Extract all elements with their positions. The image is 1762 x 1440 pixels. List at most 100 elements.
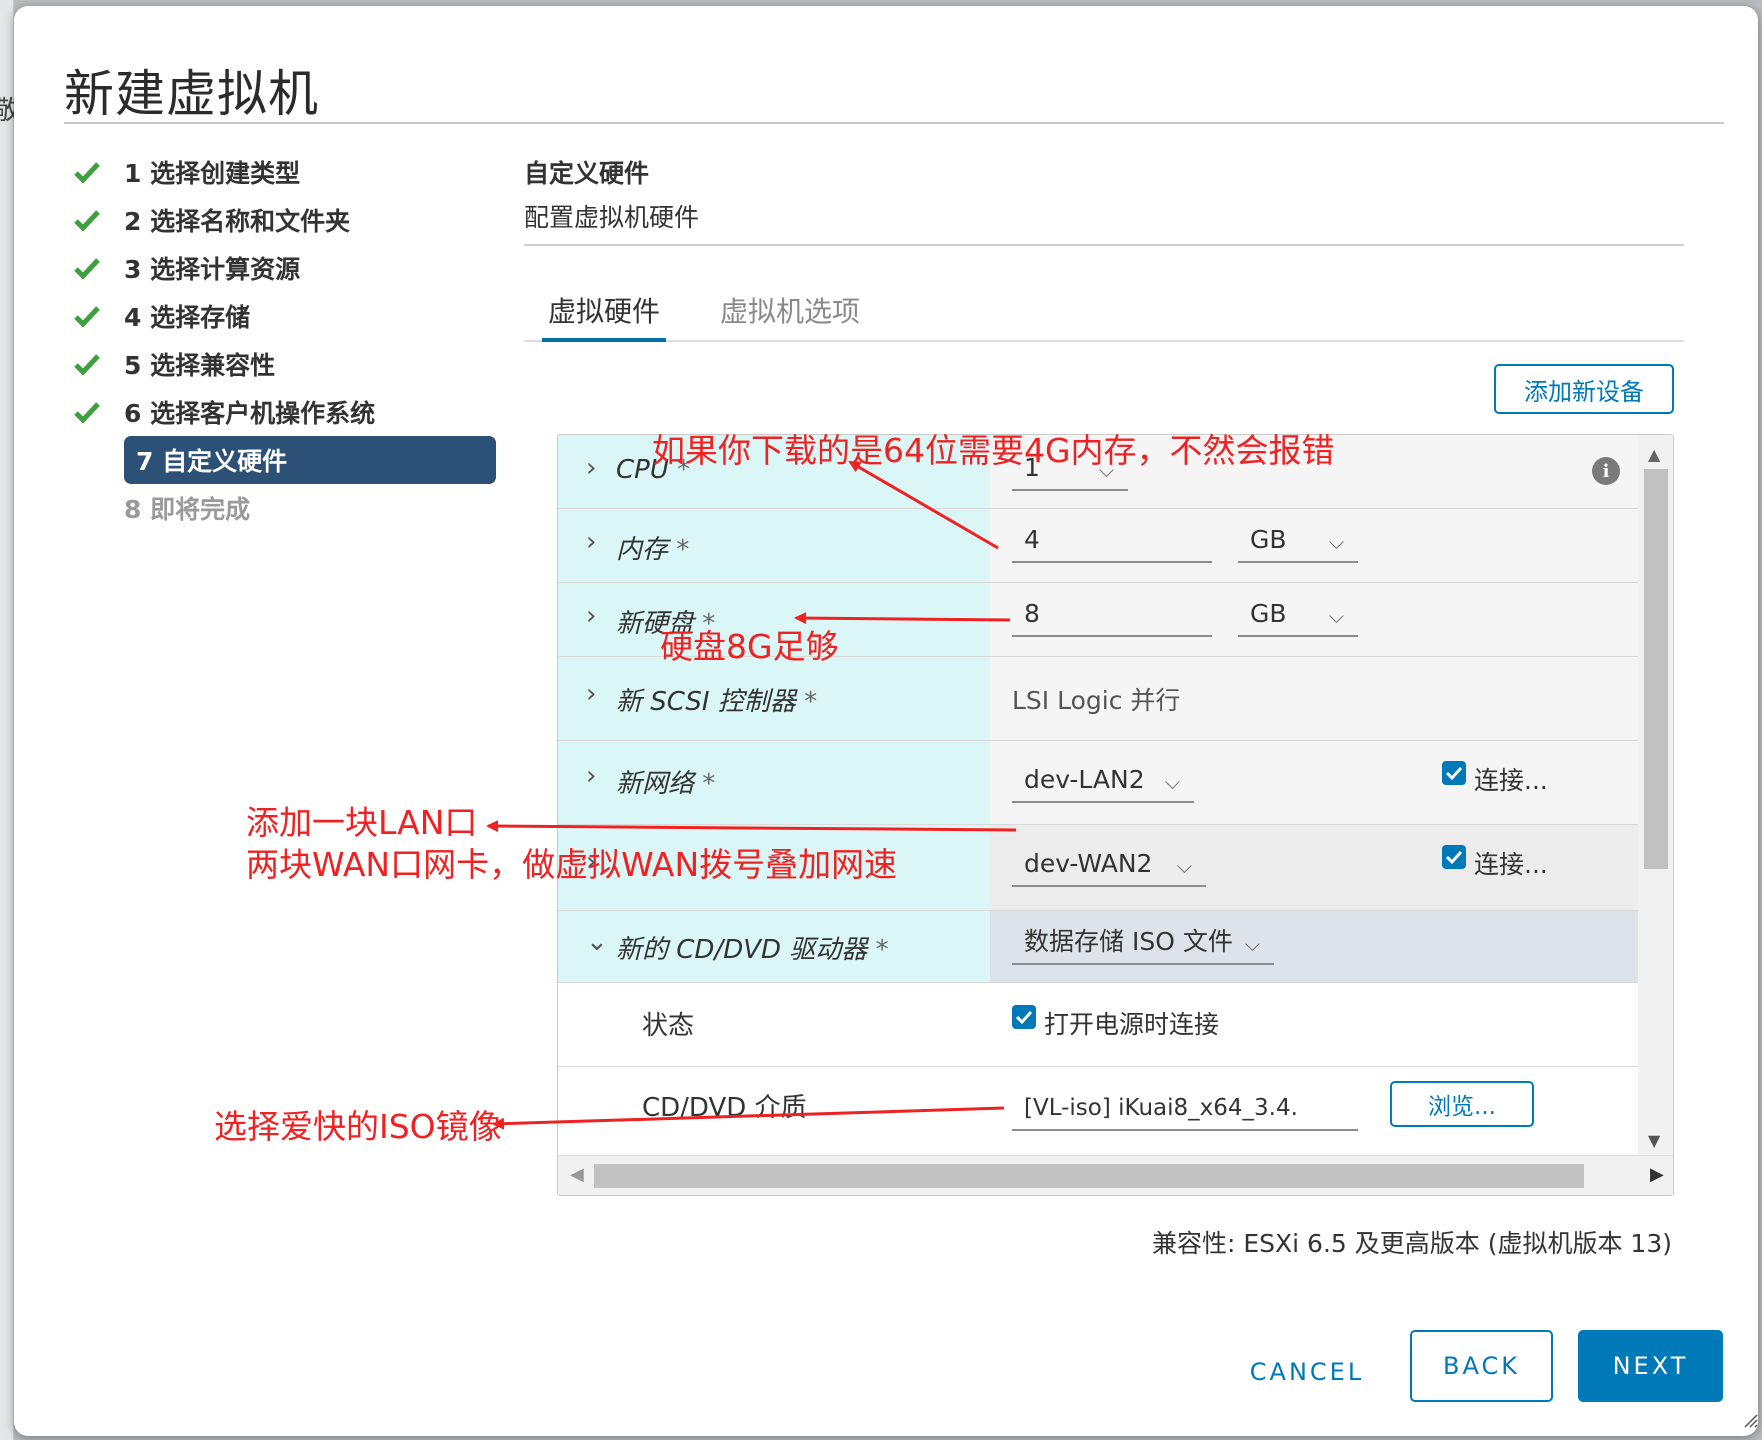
vertical-scroll-thumb[interactable] bbox=[1644, 469, 1668, 869]
required-mark: * bbox=[676, 535, 690, 565]
chevron-right-icon[interactable]: › bbox=[586, 453, 596, 483]
disk-unit-select[interactable]: GB ⌵ bbox=[1238, 597, 1358, 637]
required-mark: * bbox=[804, 687, 818, 717]
background-window-edge: 敬 bbox=[0, 0, 20, 1440]
tab-virtual-hardware[interactable]: 虚拟硬件 bbox=[542, 290, 667, 342]
hw-row-cd-dvd: ⌄ 新的 CD/DVD 驱动器 * 数据存储 ISO 文件 ⌵ bbox=[558, 911, 1638, 983]
tab-bar: 虚拟硬件 虚拟机选项 bbox=[524, 288, 1684, 342]
info-icon[interactable]: i bbox=[1592, 457, 1620, 485]
annotation-network-line-1: 添加一块LAN口 bbox=[246, 803, 478, 842]
scroll-right-icon[interactable]: ▶ bbox=[1650, 1164, 1664, 1185]
network-2-value: dev-WAN2 bbox=[1024, 849, 1153, 878]
cd-dvd-source-value: 数据存储 ISO 文件 bbox=[1024, 927, 1233, 956]
wizard-steps: 1 选择创建类型 2 选择名称和文件夹 3 选择计算资源 4 选择存储 5 选择… bbox=[74, 148, 496, 532]
memory-unit: GB bbox=[1250, 525, 1287, 554]
memory-input[interactable]: 4 bbox=[1012, 523, 1212, 563]
check-icon bbox=[74, 161, 124, 183]
cd-media-label: CD/DVD 介质 bbox=[642, 1093, 807, 1123]
required-mark: * bbox=[875, 935, 889, 965]
step-label: 5 选择兼容性 bbox=[124, 351, 276, 380]
chevron-down-icon: ⌵ bbox=[1244, 932, 1260, 956]
disk-size-input[interactable]: 8 bbox=[1012, 597, 1212, 637]
step-label: 6 选择客户机操作系统 bbox=[124, 399, 376, 428]
annotation-cpu-memory: 如果你下载的是64位需要4G内存，不然会报错 bbox=[652, 431, 1335, 470]
step-7-active[interactable]: 7 自定义硬件 bbox=[124, 436, 496, 484]
network-2-select[interactable]: dev-WAN2 ⌵ bbox=[1012, 847, 1206, 887]
power-on-connect-label: 打开电源时连接 bbox=[1044, 1010, 1220, 1039]
next-button[interactable]: NEXT bbox=[1578, 1330, 1723, 1402]
vertical-scrollbar[interactable]: ▲ ▼ bbox=[1638, 435, 1673, 1155]
chevron-right-icon[interactable]: › bbox=[586, 527, 596, 557]
memory-label: 内存 bbox=[616, 535, 669, 565]
connect-checkbox[interactable] bbox=[1442, 761, 1466, 785]
annotation-network-line-2: 两块WAN口网卡，做虚拟WAN拨号叠加网速 bbox=[246, 845, 898, 884]
annotation-disk: 硬盘8G足够 bbox=[660, 627, 839, 666]
step-3[interactable]: 3 选择计算资源 bbox=[74, 244, 486, 292]
check-icon bbox=[74, 209, 124, 231]
section-subtitle: 配置虚拟机硬件 bbox=[524, 203, 700, 232]
memory-unit-select[interactable]: GB ⌵ bbox=[1238, 523, 1358, 563]
step-label: 2 选择名称和文件夹 bbox=[124, 207, 351, 236]
power-on-connect-checkbox[interactable] bbox=[1012, 1005, 1036, 1029]
hw-row-memory: › 内存 * 4 GB ⌵ bbox=[558, 509, 1638, 583]
compatibility-text: 兼容性: ESXi 6.5 及更高版本 (虚拟机版本 13) bbox=[1152, 1229, 1672, 1258]
disk-value: 8 bbox=[1024, 599, 1040, 628]
browse-button[interactable]: 浏览... bbox=[1390, 1081, 1534, 1127]
back-button[interactable]: BACK bbox=[1410, 1330, 1553, 1402]
hardware-grid: › CPU * 1 ⌵ i › 内存 * 4 GB ⌵ › 新硬盘 * 8 GB… bbox=[557, 434, 1674, 1196]
memory-value: 4 bbox=[1024, 525, 1040, 554]
step-8: 8 即将完成 bbox=[74, 484, 486, 532]
horizontal-scrollbar[interactable]: ◀ ▶ bbox=[558, 1155, 1673, 1195]
scsi-value: LSI Logic 并行 bbox=[1012, 686, 1181, 715]
status-label: 状态 bbox=[642, 1011, 695, 1041]
scroll-left-icon[interactable]: ◀ bbox=[570, 1164, 584, 1185]
chevron-down-icon: ⌵ bbox=[1176, 854, 1192, 878]
network-1-select[interactable]: dev-LAN2 ⌵ bbox=[1012, 763, 1194, 803]
step-1[interactable]: 1 选择创建类型 bbox=[74, 148, 486, 196]
step-label: 7 自定义硬件 bbox=[136, 447, 288, 476]
step-label: 8 即将完成 bbox=[124, 495, 251, 524]
cd-dvd-source-select[interactable]: 数据存储 ISO 文件 ⌵ bbox=[1012, 925, 1274, 965]
check-icon bbox=[74, 401, 124, 423]
step-2[interactable]: 2 选择名称和文件夹 bbox=[74, 196, 486, 244]
connect-checkbox[interactable] bbox=[1442, 845, 1466, 869]
hw-row-cd-media: CD/DVD 介质 [VL-iso] iKuai8_x64_3.4. 浏览... bbox=[558, 1067, 1638, 1155]
chevron-down-icon: ⌵ bbox=[1164, 770, 1180, 794]
add-new-device-button[interactable]: 添加新设备 bbox=[1494, 364, 1674, 414]
step-6[interactable]: 6 选择客户机操作系统 bbox=[74, 388, 486, 436]
chevron-right-icon[interactable]: › bbox=[586, 761, 596, 791]
step-label: 1 选择创建类型 bbox=[124, 159, 301, 188]
chevron-down-icon[interactable]: ⌄ bbox=[586, 927, 608, 957]
section-divider bbox=[524, 244, 1684, 246]
resize-grip-icon[interactable] bbox=[1742, 1412, 1758, 1428]
check-icon bbox=[74, 353, 124, 375]
step-4[interactable]: 4 选择存储 bbox=[74, 292, 486, 340]
cd-media-value: [VL-iso] iKuai8_x64_3.4. bbox=[1024, 1095, 1298, 1121]
check-icon bbox=[74, 305, 124, 327]
annotation-iso: 选择爱快的ISO镜像 bbox=[214, 1107, 502, 1146]
new-vm-dialog: 新建虚拟机 1 选择创建类型 2 选择名称和文件夹 3 选择计算资源 4 选择存… bbox=[14, 6, 1758, 1436]
cancel-button[interactable]: CANCEL bbox=[1232, 1344, 1382, 1400]
horizontal-scroll-thumb[interactable] bbox=[594, 1164, 1584, 1188]
tab-vm-options[interactable]: 虚拟机选项 bbox=[720, 290, 860, 342]
hw-row-scsi: › 新 SCSI 控制器 * LSI Logic 并行 bbox=[558, 657, 1638, 741]
scroll-up-icon[interactable]: ▲ bbox=[1648, 445, 1660, 464]
check-icon bbox=[74, 257, 124, 279]
scsi-label: 新 SCSI 控制器 bbox=[616, 687, 796, 717]
hw-row-cd-status: 状态 打开电源时连接 bbox=[558, 983, 1638, 1067]
connect-label: 连接... bbox=[1474, 850, 1548, 879]
cd-media-path[interactable]: [VL-iso] iKuai8_x64_3.4. bbox=[1012, 1091, 1358, 1131]
scroll-down-icon[interactable]: ▼ bbox=[1648, 1131, 1660, 1150]
step-label: 4 选择存储 bbox=[124, 303, 251, 332]
cd-dvd-label: 新的 CD/DVD 驱动器 bbox=[616, 935, 868, 965]
hw-row-network-1: › 新网络 * dev-LAN2 ⌵ 连接... bbox=[558, 741, 1638, 825]
section-title: 自定义硬件 bbox=[524, 159, 650, 188]
chevron-right-icon[interactable]: › bbox=[586, 601, 596, 631]
chevron-right-icon[interactable]: › bbox=[586, 679, 596, 709]
step-5[interactable]: 5 选择兼容性 bbox=[74, 340, 486, 388]
chevron-down-icon: ⌵ bbox=[1328, 530, 1344, 554]
required-mark: * bbox=[702, 769, 716, 799]
step-label: 3 选择计算资源 bbox=[124, 255, 301, 284]
disk-unit: GB bbox=[1250, 599, 1287, 628]
network-1-value: dev-LAN2 bbox=[1024, 765, 1145, 794]
